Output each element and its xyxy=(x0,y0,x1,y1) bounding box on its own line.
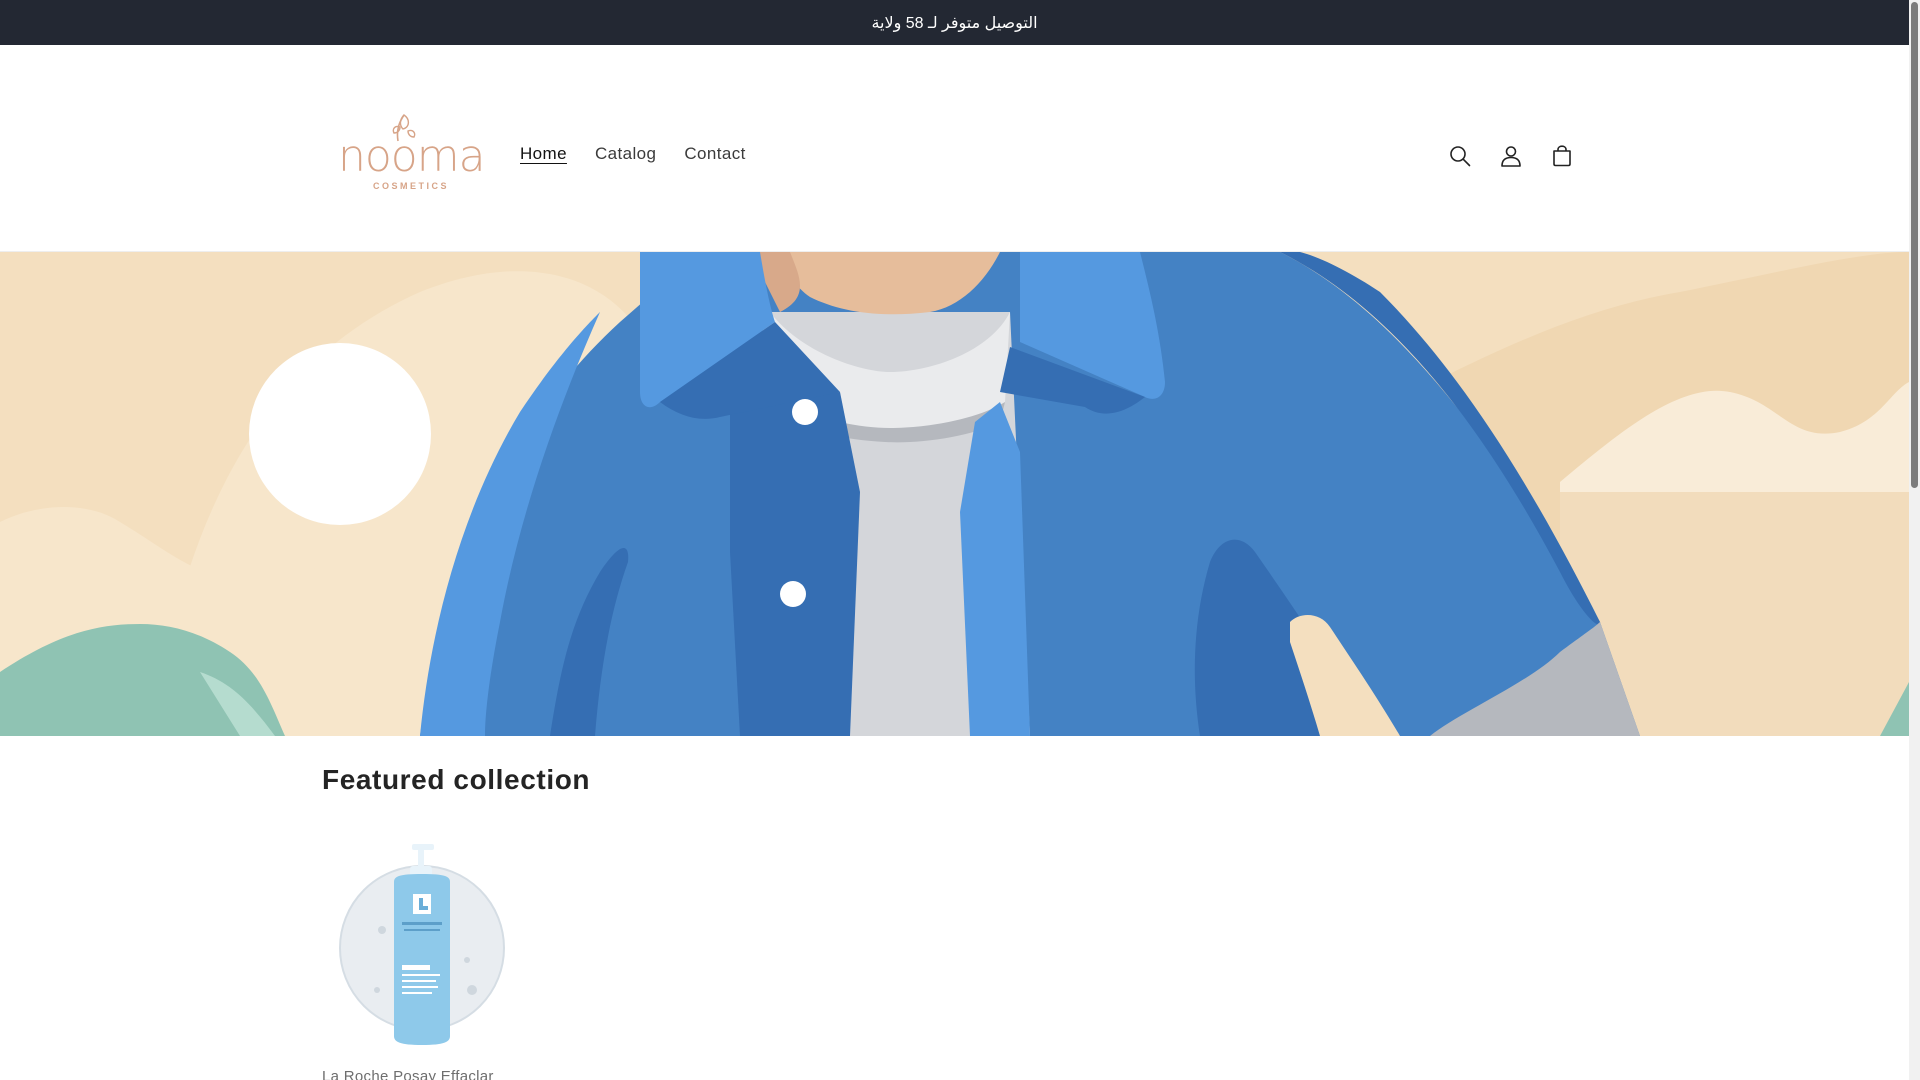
announcement-bar: التوصيل متوفر لـ 58 ولاية xyxy=(0,0,1909,45)
brand-subtitle: COSMETICS xyxy=(373,181,450,191)
main-nav: Home Catalog Contact xyxy=(506,138,760,170)
account-button[interactable] xyxy=(1489,134,1533,178)
hero-illustration xyxy=(0,252,1909,736)
announcement-text: التوصيل متوفر لـ 58 ولاية xyxy=(871,14,1038,32)
nav-item-catalog[interactable]: Catalog xyxy=(581,138,670,170)
brand-logo[interactable]: nooma COSMETICS xyxy=(330,107,486,197)
product-card[interactable]: La Roche Posay Effaclar xyxy=(322,840,522,1080)
product-image xyxy=(339,844,505,1045)
nav-item-home[interactable]: Home xyxy=(506,138,581,170)
search-icon xyxy=(1450,146,1471,167)
cart-button[interactable] xyxy=(1540,134,1584,178)
featured-collection-heading: Featured collection xyxy=(322,764,591,795)
cart-icon xyxy=(1553,145,1571,167)
scrollbar-thumb[interactable] xyxy=(1911,2,1918,488)
brand-name: nooma xyxy=(338,131,486,182)
nav-item-contact[interactable]: Contact xyxy=(670,138,759,170)
page-scrollbar[interactable] xyxy=(1909,0,1920,1080)
product-title[interactable]: La Roche Posay Effaclar xyxy=(322,1068,494,1080)
search-button[interactable] xyxy=(1438,134,1482,178)
header-icons xyxy=(1438,134,1584,178)
site-header: nooma COSMETICS Home Catalog Contact xyxy=(0,45,1909,252)
hero-banner xyxy=(0,252,1909,736)
account-icon xyxy=(1501,146,1521,167)
